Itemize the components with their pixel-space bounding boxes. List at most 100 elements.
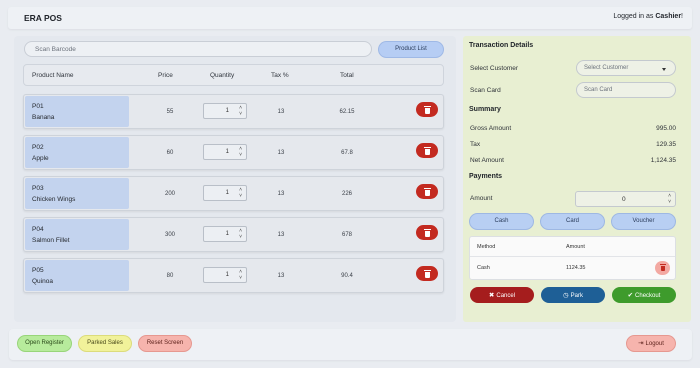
quantity-value: 1 <box>225 149 229 155</box>
product-cell: P02 Apple <box>25 137 129 168</box>
table-row: P01 Banana 55 1 ˄ ˅ 13 62.15 <box>23 94 444 129</box>
checkout-button[interactable]: ✔ Checkout <box>612 287 676 303</box>
cancel-label: Cancel <box>496 293 516 299</box>
login-user: Cashier <box>655 13 682 20</box>
table-row: P04 Salmon Fillet 300 1 ˄ ˅ 13 678 <box>23 217 444 252</box>
amount-input[interactable]: 0 ˄ ˅ <box>575 191 676 207</box>
pay-card-button[interactable]: Card <box>540 213 605 230</box>
product-price: 300 <box>164 232 175 238</box>
product-cell: P05 Quinoa <box>25 260 129 291</box>
payments-table: Method Amount Cash 1124.35 <box>469 236 676 280</box>
delete-item-button[interactable] <box>416 184 438 199</box>
product-tax: 13 <box>277 232 285 238</box>
col-product-name: Product Name <box>32 72 74 79</box>
cancel-icon: ✖ <box>488 291 495 299</box>
checkout-label: Checkout <box>635 293 661 299</box>
quantity-value: 1 <box>225 231 229 237</box>
quantity-stepper[interactable]: 1 ˄ ˅ <box>203 226 247 242</box>
product-code: P05 <box>32 267 44 274</box>
payment-amount: 1124.35 <box>566 265 586 271</box>
chevron-down-icon[interactable]: ˅ <box>239 194 242 199</box>
parked-sales-button[interactable]: Parked Sales <box>78 335 132 352</box>
product-name: Banana <box>32 114 55 121</box>
tax-label: Tax <box>470 141 481 148</box>
trash-icon <box>423 105 431 114</box>
product-tax: 13 <box>277 150 285 156</box>
barcode-input[interactable]: Scan Barcode <box>24 41 372 57</box>
scan-card-input[interactable]: Scan Card <box>576 82 676 98</box>
chevron-down-icon[interactable]: ˅ <box>239 235 242 240</box>
product-tax: 13 <box>277 273 285 279</box>
delete-item-button[interactable] <box>416 102 438 117</box>
summary-heading: Summary <box>469 106 501 113</box>
logout-label: Logout <box>645 341 664 347</box>
product-code: P03 <box>32 185 44 192</box>
col-price: Price <box>158 72 173 79</box>
product-price: 80 <box>166 273 174 279</box>
transaction-heading: Transaction Details <box>469 42 534 49</box>
top-bar: ERA POS Logged in as Cashier! <box>8 7 692 29</box>
trash-icon <box>423 187 431 196</box>
delete-item-button[interactable] <box>416 143 438 158</box>
product-total: 62.15 <box>339 109 355 115</box>
payments-table-header: Method Amount <box>470 237 675 257</box>
quantity-value: 1 <box>225 108 229 114</box>
product-code: P02 <box>32 144 44 151</box>
trash-icon <box>659 264 666 271</box>
cancel-button[interactable]: ✖ Cancel <box>470 287 534 303</box>
logout-button[interactable]: ⇥ Logout <box>626 335 676 352</box>
net-value: 1,124.35 <box>650 157 676 164</box>
col-total: Total <box>340 72 354 79</box>
product-name: Quinoa <box>32 278 53 285</box>
net-label: Net Amount <box>470 157 504 164</box>
quantity-value: 1 <box>225 272 229 278</box>
product-price: 55 <box>166 109 174 115</box>
card-label: Scan Card <box>470 87 501 94</box>
product-price: 200 <box>164 191 175 197</box>
col-method: Method <box>477 244 496 250</box>
trash-icon <box>423 228 431 237</box>
park-label: Park <box>570 293 583 299</box>
quantity-stepper[interactable]: 1 ˄ ˅ <box>203 267 247 283</box>
delete-item-button[interactable] <box>416 266 438 281</box>
cart-table-header: Product Name Price Quantity Tax % Total <box>23 64 444 86</box>
login-status: Logged in as Cashier! <box>613 13 683 20</box>
tax-value: 129.35 <box>656 141 676 148</box>
product-cell: P03 Chicken Wings <box>25 178 129 209</box>
gross-label: Gross Amount <box>470 125 512 132</box>
delete-payment-button[interactable] <box>655 261 670 275</box>
product-cell: P04 Salmon Fillet <box>25 219 129 250</box>
table-row: P05 Quinoa 80 1 ˄ ˅ 13 90.4 <box>23 258 444 293</box>
reset-screen-button[interactable]: Reset Screen <box>138 335 192 352</box>
pay-cash-button[interactable]: Cash <box>469 213 534 230</box>
amount-value: 0 <box>622 196 626 203</box>
payment-method: Cash <box>477 265 490 271</box>
customer-select[interactable]: Select Customer <box>576 60 676 76</box>
quantity-value: 1 <box>225 190 229 196</box>
open-register-button[interactable]: Open Register <box>17 335 72 352</box>
payments-heading: Payments <box>469 173 503 180</box>
quantity-stepper[interactable]: 1 ˄ ˅ <box>203 103 247 119</box>
amount-label: Amount <box>470 195 493 202</box>
product-total: 67.8 <box>341 150 353 156</box>
quantity-stepper[interactable]: 1 ˄ ˅ <box>203 144 247 160</box>
product-list-button[interactable]: Product List <box>378 41 444 58</box>
product-name: Apple <box>32 155 49 162</box>
product-price: 60 <box>166 150 174 156</box>
chevron-down-icon[interactable]: ˅ <box>239 153 242 158</box>
pay-voucher-button[interactable]: Voucher <box>611 213 676 230</box>
check-icon: ✔ <box>627 291 634 299</box>
chevron-down-icon[interactable]: ˅ <box>668 200 671 205</box>
product-total: 226 <box>341 191 352 197</box>
logout-icon: ⇥ <box>638 339 644 347</box>
login-suffix: ! <box>681 13 683 20</box>
caret-down-icon <box>662 68 666 71</box>
app-title: ERA POS <box>24 13 62 23</box>
chevron-down-icon[interactable]: ˅ <box>239 112 242 117</box>
chevron-down-icon[interactable]: ˅ <box>239 276 242 281</box>
park-button[interactable]: ◷ Park <box>541 287 605 303</box>
delete-item-button[interactable] <box>416 225 438 240</box>
quantity-stepper[interactable]: 1 ˄ ˅ <box>203 185 247 201</box>
trash-icon <box>423 146 431 155</box>
col-quantity: Quantity <box>210 72 235 79</box>
